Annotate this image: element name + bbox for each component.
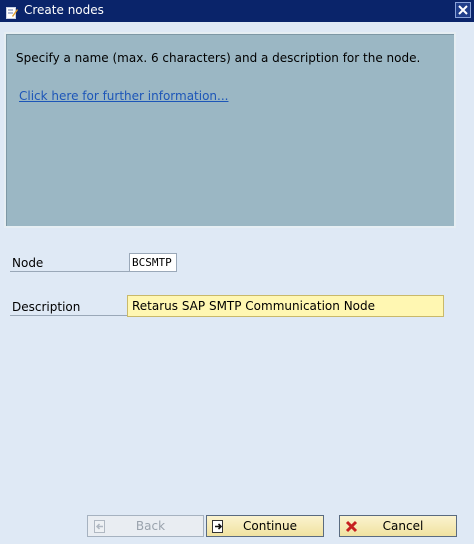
required-marker xyxy=(438,311,443,316)
edit-icon xyxy=(6,4,18,19)
further-information-link[interactable]: Click here for further information... xyxy=(19,89,228,103)
continue-button[interactable]: Continue xyxy=(206,515,324,537)
required-marker xyxy=(128,311,133,316)
required-marker xyxy=(438,296,443,301)
close-button[interactable] xyxy=(455,2,471,18)
node-label: Node xyxy=(12,256,44,270)
cancel-button[interactable]: Cancel xyxy=(339,515,457,537)
info-text: Specify a name (max. 6 characters) and a… xyxy=(16,51,421,65)
window-title: Create nodes xyxy=(24,3,104,17)
node-input[interactable]: BCSMTP xyxy=(129,253,177,272)
required-marker xyxy=(128,296,133,301)
info-panel: Specify a name (max. 6 characters) and a… xyxy=(4,32,456,228)
continue-label: Continue xyxy=(243,519,297,533)
description-input[interactable]: Retarus SAP SMTP Communication Node xyxy=(127,295,444,317)
back-button[interactable]: Back xyxy=(87,515,204,537)
description-label: Description xyxy=(12,300,81,314)
description-value: Retarus SAP SMTP Communication Node xyxy=(132,299,376,313)
back-label: Back xyxy=(135,519,166,533)
description-label-underline xyxy=(10,315,127,316)
title-bar: Create nodes xyxy=(0,0,474,22)
cancel-label: Cancel xyxy=(382,519,424,533)
close-icon xyxy=(456,3,470,17)
node-label-underline xyxy=(10,271,129,272)
